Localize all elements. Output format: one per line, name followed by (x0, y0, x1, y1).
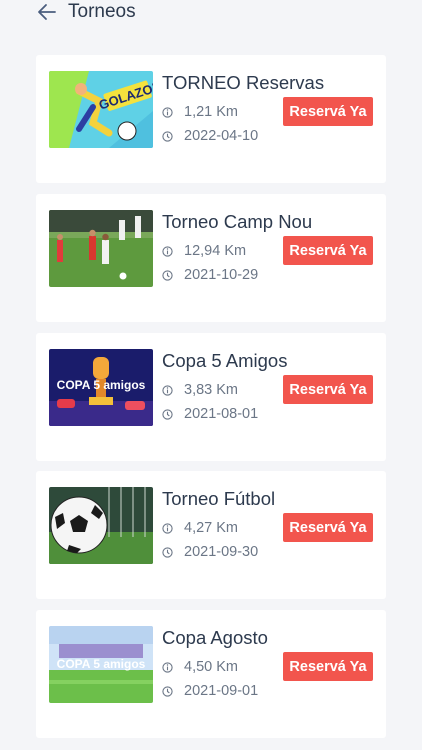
tournament-card[interactable]: GOLAZO! TORNEO Reservas 1,21 Km 2022-04-… (36, 55, 386, 183)
clock-icon (162, 408, 173, 420)
date-text: 2022-04-10 (184, 128, 259, 144)
date-row: 2021-09-01 (162, 682, 258, 700)
location-info-icon (162, 661, 173, 673)
location-info-icon (162, 245, 173, 257)
svg-text:COPA 5 amigos: COPA 5 amigos (57, 657, 146, 671)
date-text: 2021-09-01 (184, 683, 259, 699)
tournament-name: Torneo Fútbol (162, 488, 276, 509)
distance-row: 1,21 Km (162, 103, 238, 121)
tournament-name: TORNEO Reservas (162, 72, 325, 93)
date-text: 2021-10-29 (184, 267, 259, 283)
tournament-card[interactable]: Torneo Fútbol 4,27 Km 2021-09-30 Reservá… (36, 471, 386, 599)
location-info-icon (162, 106, 173, 118)
location-info-icon (162, 522, 173, 534)
distance-text: 1,21 Km (184, 104, 238, 120)
distance-row: 4,27 Km (162, 519, 238, 537)
distance-text: 4,27 Km (184, 520, 238, 536)
tournament-name: Copa Agosto (162, 627, 268, 648)
tournament-image (49, 210, 153, 287)
date-text: 2021-08-01 (184, 406, 259, 422)
reserve-button[interactable]: Reservá Ya (283, 97, 373, 126)
arrow-left-icon (38, 4, 56, 20)
tournament-name: Copa 5 Amigos (162, 350, 288, 371)
page-title: Torneos (68, 1, 136, 22)
clock-icon (162, 269, 173, 281)
tournament-image: COPA 5 amigos (49, 626, 153, 703)
distance-text: 3,83 Km (184, 382, 238, 398)
reserve-button[interactable]: Reservá Ya (283, 652, 373, 681)
clock-icon (162, 546, 173, 558)
distance-row: 4,50 Km (162, 658, 238, 676)
date-row: 2021-08-01 (162, 405, 258, 423)
distance-row: 12,94 Km (162, 242, 246, 260)
back-button[interactable] (36, 2, 58, 22)
distance-text: 4,50 Km (184, 659, 238, 675)
tournament-image (49, 487, 153, 564)
date-row: 2021-09-30 (162, 543, 258, 561)
svg-text:COPA 5 amigos: COPA 5 amigos (57, 378, 146, 392)
reserve-button[interactable]: Reservá Ya (283, 236, 373, 265)
date-text: 2021-09-30 (184, 544, 259, 560)
tournament-image: GOLAZO! (49, 71, 153, 148)
reserve-button[interactable]: Reservá Ya (283, 513, 373, 542)
tournament-image: COPA 5 amigos (49, 349, 153, 426)
location-info-icon (162, 384, 173, 396)
tournament-card[interactable]: COPA 5 amigos Copa Agosto 4,50 Km 2021-0… (36, 610, 386, 738)
tournament-card[interactable]: Torneo Camp Nou 12,94 Km 2021-10-29 Rese… (36, 194, 386, 322)
app-header: Torneos (0, 0, 422, 40)
clock-icon (162, 685, 173, 697)
date-row: 2022-04-10 (162, 127, 258, 145)
distance-row: 3,83 Km (162, 381, 238, 399)
reserve-button[interactable]: Reservá Ya (283, 375, 373, 404)
date-row: 2021-10-29 (162, 266, 258, 284)
tournament-name: Torneo Camp Nou (162, 211, 313, 232)
distance-text: 12,94 Km (184, 243, 247, 259)
tournament-card[interactable]: COPA 5 amigos Copa 5 Amigos 3,83 Km 2021… (36, 333, 386, 461)
clock-icon (162, 130, 173, 142)
